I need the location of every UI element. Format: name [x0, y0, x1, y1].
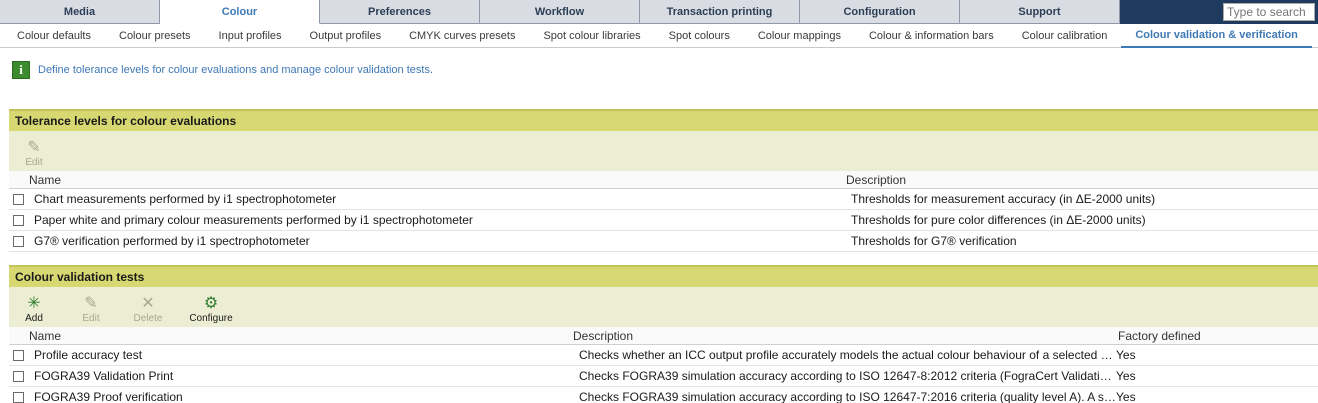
row-name: FOGRA39 Validation Print [34, 369, 174, 383]
row-checkbox[interactable] [13, 391, 24, 403]
validation-edit-label: Edit [82, 313, 100, 324]
validation-panel: Colour validation tests ✳ Add ✎ Edit ✕ D… [9, 265, 1318, 403]
validation-col-description[interactable]: Description [573, 329, 1118, 343]
subtab-input-profiles[interactable]: Input profiles [205, 24, 296, 48]
configure-button[interactable]: ⚙ Configure [186, 295, 236, 324]
table-row[interactable]: Paper white and primary colour measureme… [9, 210, 1318, 231]
tolerance-edit-button[interactable]: ✎ Edit [15, 139, 53, 168]
validation-table-header: Name Description Factory defined [9, 327, 1318, 345]
validation-panel-title: Colour validation tests [9, 265, 1318, 287]
tab-media[interactable]: Media [0, 0, 160, 24]
tab-workflow[interactable]: Workflow [480, 0, 640, 24]
tab-colour[interactable]: Colour [160, 0, 320, 24]
top-tab-bar: Media Colour Preferences Workflow Transa… [0, 0, 1318, 24]
add-label: Add [25, 313, 43, 324]
tolerance-toolbar: ✎ Edit [9, 131, 1318, 171]
tolerance-col-name[interactable]: Name [9, 173, 846, 187]
subtab-colour-defaults[interactable]: Colour defaults [0, 24, 105, 48]
add-sparkle-icon: ✳ [27, 295, 41, 312]
row-factory: Yes [1116, 369, 1136, 383]
tab-support[interactable]: Support [960, 0, 1120, 24]
add-button[interactable]: ✳ Add [15, 295, 53, 324]
subtab-spot-colours[interactable]: Spot colours [655, 24, 744, 48]
info-text: Define tolerance levels for colour evalu… [38, 64, 434, 76]
validation-edit-button[interactable]: ✎ Edit [72, 295, 110, 324]
delete-button[interactable]: ✕ Delete [129, 295, 167, 324]
tolerance-panel-title: Tolerance levels for colour evaluations [9, 109, 1318, 131]
delete-x-icon: ✕ [141, 295, 155, 312]
tolerance-edit-label: Edit [25, 157, 43, 168]
row-name: Chart measurements performed by i1 spect… [34, 192, 337, 206]
row-checkbox[interactable] [13, 214, 24, 226]
tab-preferences[interactable]: Preferences [320, 0, 480, 24]
row-description: Checks FOGRA39 simulation accuracy accor… [579, 369, 1116, 383]
configure-label: Configure [189, 313, 233, 324]
table-row[interactable]: G7® verification performed by i1 spectro… [9, 231, 1318, 252]
row-checkbox[interactable] [13, 349, 24, 361]
tab-transaction-printing[interactable]: Transaction printing [640, 0, 800, 24]
table-row[interactable]: Profile accuracy test Checks whether an … [9, 345, 1318, 366]
row-description: Thresholds for G7® verification [851, 234, 1017, 248]
validation-col-name[interactable]: Name [9, 329, 573, 343]
row-description: Thresholds for measurement accuracy (in … [851, 192, 1156, 206]
row-description: Checks whether an ICC output profile acc… [579, 348, 1116, 362]
row-name: FOGRA39 Proof verification [34, 390, 183, 403]
subtab-colour-calibration[interactable]: Colour calibration [1008, 24, 1122, 48]
tolerance-col-description[interactable]: Description [846, 173, 906, 187]
row-name: G7® verification performed by i1 spectro… [34, 234, 310, 248]
pencil-icon: ✎ [84, 295, 98, 312]
row-factory: Yes [1116, 390, 1136, 403]
validation-toolbar: ✳ Add ✎ Edit ✕ Delete ⚙ Configure [9, 287, 1318, 327]
subtab-cmyk-curves-presets[interactable]: CMYK curves presets [395, 24, 529, 48]
sub-tab-bar: Colour defaults Colour presets Input pro… [0, 24, 1318, 48]
row-factory: Yes [1116, 348, 1136, 362]
tolerance-panel: Tolerance levels for colour evaluations … [9, 109, 1318, 252]
subtab-colour-mappings[interactable]: Colour mappings [744, 24, 855, 48]
table-row[interactable]: FOGRA39 Proof verification Checks FOGRA3… [9, 387, 1318, 403]
row-description: Checks FOGRA39 simulation accuracy accor… [579, 390, 1116, 403]
row-description: Thresholds for pure color differences (i… [851, 213, 1146, 227]
subtab-output-profiles[interactable]: Output profiles [296, 24, 396, 48]
validation-col-factory[interactable]: Factory defined [1118, 329, 1201, 343]
tolerance-table-header: Name Description [9, 171, 1318, 189]
info-icon: i [12, 61, 30, 79]
subtab-colour-presets[interactable]: Colour presets [105, 24, 205, 48]
info-message: i Define tolerance levels for colour eva… [12, 61, 433, 79]
row-checkbox[interactable] [13, 235, 24, 247]
tab-configuration[interactable]: Configuration [800, 0, 960, 24]
row-checkbox[interactable] [13, 370, 24, 382]
table-row[interactable]: FOGRA39 Validation Print Checks FOGRA39 … [9, 366, 1318, 387]
search-input[interactable] [1223, 3, 1315, 21]
table-row[interactable]: Chart measurements performed by i1 spect… [9, 189, 1318, 210]
delete-label: Delete [133, 313, 163, 324]
subtab-colour-information-bars[interactable]: Colour & information bars [855, 24, 1008, 48]
row-name: Paper white and primary colour measureme… [34, 213, 473, 227]
pencil-icon: ✎ [27, 139, 41, 156]
gears-icon: ⚙ [203, 295, 219, 312]
row-checkbox[interactable] [13, 193, 24, 205]
subtab-colour-validation-verification[interactable]: Colour validation & verification [1121, 24, 1312, 48]
row-name: Profile accuracy test [34, 348, 143, 362]
subtab-spot-colour-libraries[interactable]: Spot colour libraries [529, 24, 654, 48]
